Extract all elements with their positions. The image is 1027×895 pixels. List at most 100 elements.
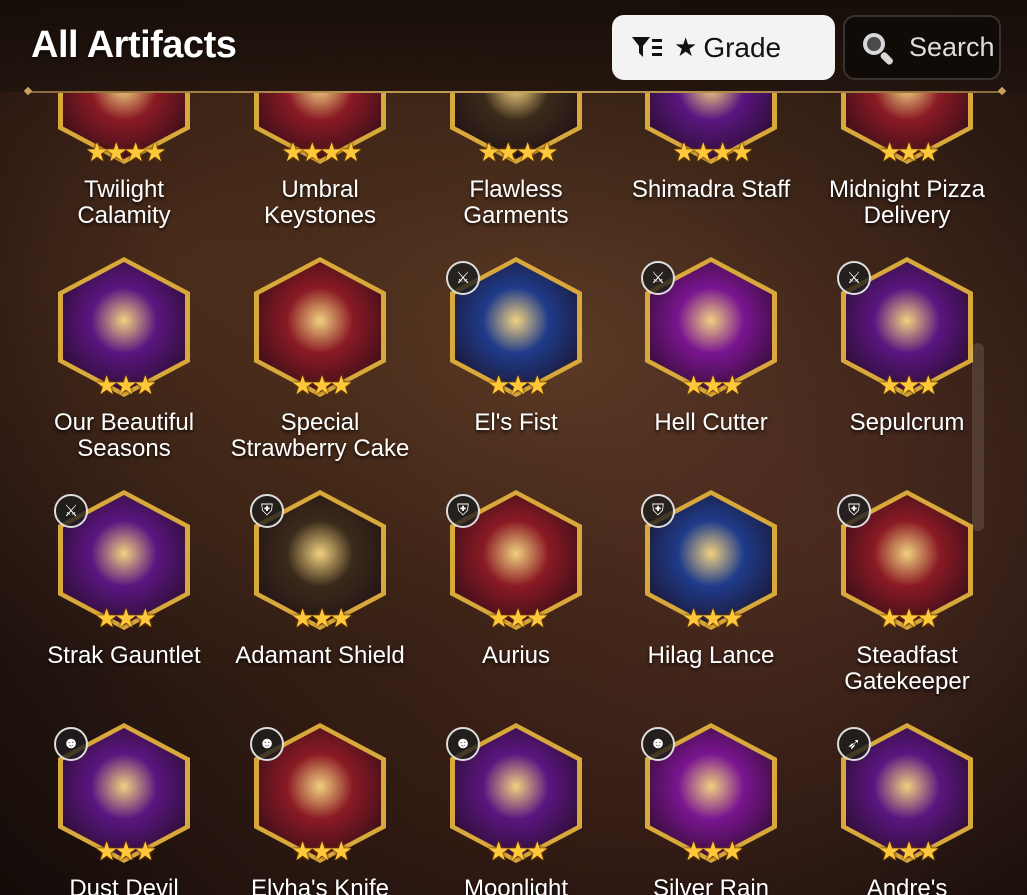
artifact-name: Hell Cutter [654,409,768,436]
artifact-name: Adamant Shield [235,642,405,669]
star-rating: ★★★ [682,836,744,866]
artifact-name: El's Fist [474,409,558,436]
artifact-card[interactable]: ★★★★ Umbral Keystones [222,93,418,230]
artifact-name: Steadfast [856,642,958,669]
scrollbar[interactable] [972,343,984,531]
artifact-card[interactable]: ★★★ Our Beautiful Seasons [26,233,222,463]
artifact-icon: ☻ ★★★ [54,723,190,866]
artifact-card[interactable]: ★★★★ Twilight Calamity [26,93,222,230]
filter-icon [632,36,662,57]
artifact-icon: ⛨ ★★★ [641,490,777,633]
star-rating: ★★★ [878,603,940,633]
artifact-name: Aurius [481,642,551,669]
star-rating: ★★★ [95,603,157,633]
star-rating: ★★★ [487,370,549,400]
search-button[interactable]: Search [843,15,1001,80]
artifact-icon: ➶ ★★★ [837,723,973,866]
artifact-icon: ⛨ ★★★ [837,490,973,633]
search-label: Search [909,32,995,62]
class-icon: ☻ [250,727,284,761]
page-title: All Artifacts [31,24,237,66]
star-rating: ★★★★ [672,137,753,167]
star-rating: ★★★ [291,603,353,633]
artifact-name: Strak Gauntlet [47,642,201,669]
star-rating: ★★★ [95,370,157,400]
class-icon: ☻ [54,727,88,761]
artifact-icon: ☻ ★★★ [641,723,777,866]
grade-filter-button[interactable]: ★ Grade [612,15,835,80]
artifact-grid[interactable]: ★★★★ Twilight Calamity ★★★★ Umbral Keystones ★… [0,93,1027,895]
artifact-name: Hilag Lance [647,642,775,669]
class-icon: ⛨ [446,494,480,528]
artifact-icon: ⚔ ★★★ [54,490,190,633]
artifact-name: Andre's [866,875,948,895]
artifact-name: Our Beautiful [53,409,195,436]
artifact-name-line2: Gatekeeper [844,668,970,695]
artifact-card[interactable]: ★★★ Midnight Pizza Delivery [809,93,1005,230]
star-icon: ★ [674,32,698,62]
artifact-card[interactable]: ☻ ★★★ Moonlight [418,699,614,895]
artifact-card[interactable]: ★★★★ Flawless Garments [418,93,614,230]
artifact-icon: ⛨ ★★★ [250,490,386,633]
class-icon: ⛨ [250,494,284,528]
star-rating: ★★★ [487,836,549,866]
artifact-name: Elyha's Knife [251,875,389,895]
class-icon: ⛨ [641,494,675,528]
star-rating: ★★★ [878,836,940,866]
artifact-card[interactable]: ⚔ ★★★ Strak Gauntlet [26,466,222,696]
artifact-card[interactable]: ➶ ★★★ Andre's [809,699,1005,895]
artifact-card[interactable]: ★★★ Special Strawberry Cake [222,233,418,463]
artifact-card[interactable]: ⚔ ★★★ El's Fist [418,233,614,463]
star-rating: ★★★ [878,370,940,400]
artifact-name-line2: Strawberry Cake [230,435,410,462]
class-icon: ☻ [446,727,480,761]
artifact-name: Silver Rain [652,875,770,895]
artifact-card[interactable]: ☻ ★★★ Elyha's Knife [222,699,418,895]
class-icon: ⛨ [837,494,871,528]
artifact-name-line2: Garments [463,202,569,229]
class-icon: ☻ [641,727,675,761]
star-rating: ★★★★ [477,137,558,167]
artifact-name: Special [280,409,360,436]
artifact-icon: ☻ ★★★ [250,723,386,866]
star-rating: ★★★ [487,603,549,633]
artifact-icon: ☻ ★★★ [446,723,582,866]
artifact-card[interactable]: ⛨ ★★★ Adamant Shield [222,466,418,696]
artifact-name: Twilight [83,176,165,203]
artifact-card[interactable]: ⛨ ★★★ Hilag Lance [613,466,809,696]
artifact-card[interactable]: ⚔ ★★★ Hell Cutter [613,233,809,463]
artifact-icon: ★★★★ [450,93,582,167]
artifact-icon: ⚔ ★★★ [837,257,973,400]
artifact-card[interactable]: ☻ ★★★ Dust Devil [26,699,222,895]
class-icon: ⚔ [446,261,480,295]
artifact-name: Midnight Pizza [828,176,986,203]
artifact-name-line2: Delivery [863,202,951,229]
artifact-icon: ★★★★ [254,93,386,167]
star-rating: ★★★★ [85,137,166,167]
artifact-card[interactable]: ☻ ★★★ Silver Rain [613,699,809,895]
header-bar: All Artifacts ★ Grade Search [0,0,1027,92]
star-rating: ★★★ [291,836,353,866]
class-icon: ⚔ [837,261,871,295]
artifact-icon: ★★★★ [645,93,777,167]
artifact-name-line2: Seasons [77,435,171,462]
artifact-name: Dust Devil [69,875,179,895]
artifact-name-line2: Calamity [77,202,171,229]
artifact-icon: ⛨ ★★★ [446,490,582,633]
artifact-icon: ⚔ ★★★ [641,257,777,400]
artifact-card[interactable]: ⛨ ★★★ Aurius [418,466,614,696]
artifact-icon: ⚔ ★★★ [446,257,582,400]
star-rating: ★★★ [878,137,940,167]
artifact-card[interactable]: ★★★★ Shimadra Staff [613,93,809,230]
artifact-icon: ★★★★ [58,93,190,167]
artifact-name-line2: Keystones [263,202,377,229]
star-rating: ★★★ [682,370,744,400]
class-icon: ➶ [837,727,871,761]
artifact-icon: ★★★ [58,257,190,400]
star-rating: ★★★ [291,370,353,400]
star-rating: ★★★ [95,836,157,866]
star-rating: ★★★ [682,603,744,633]
artifact-icon: ★★★ [254,257,386,400]
artifact-name: Flawless [469,176,563,203]
star-rating: ★★★★ [281,137,362,167]
